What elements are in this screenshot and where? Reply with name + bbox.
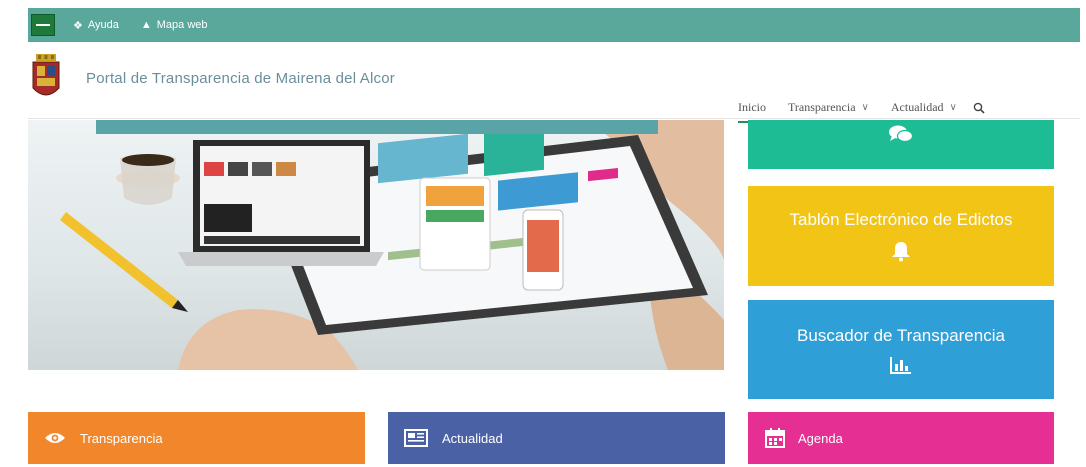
- edictos-tile[interactable]: Tablón Electrónico de Edictos: [748, 186, 1054, 286]
- sitemap-link[interactable]: ▲ Mapa web: [141, 19, 208, 31]
- actualidad-label: Actualidad: [442, 430, 503, 446]
- junta-logo[interactable]: [31, 14, 55, 36]
- site-title[interactable]: Portal de Transparencia de Mairena del A…: [86, 70, 395, 87]
- help-icon: ❖: [73, 19, 83, 32]
- edictos-title: Tablón Electrónico de Edictos: [789, 210, 1013, 229]
- hero-caption-bar: [96, 120, 658, 134]
- agenda-tile[interactable]: Agenda: [748, 412, 1054, 464]
- nav-item-actualidad[interactable]: Actualidad ∨: [891, 100, 957, 115]
- coat-of-arms-logo[interactable]: [30, 54, 62, 104]
- hero-illustration: [60, 120, 724, 370]
- help-link[interactable]: ❖ Ayuda: [73, 19, 119, 32]
- sitemap-icon: ▲: [140, 19, 152, 31]
- participation-tile[interactable]: [748, 120, 1054, 169]
- chevron-down-icon: ∨: [861, 102, 869, 113]
- hero-image: [28, 120, 724, 370]
- bar-chart-icon: [890, 356, 911, 374]
- newspaper-icon: [404, 429, 428, 447]
- nav-label: Inicio: [738, 100, 766, 114]
- nav-label: Actualidad: [890, 100, 944, 114]
- sitemap-label: Mapa web: [156, 19, 208, 31]
- help-label: Ayuda: [87, 19, 119, 31]
- actualidad-card[interactable]: Actualidad: [388, 412, 725, 464]
- search-icon[interactable]: [973, 102, 985, 114]
- eye-icon: [44, 431, 66, 445]
- comments-icon: [889, 125, 914, 143]
- top-utility-bar: ❖ Ayuda ▲ Mapa web: [28, 8, 1080, 42]
- buscador-title: Buscador de Transparencia: [797, 325, 1005, 345]
- bell-icon: [892, 242, 910, 262]
- agenda-label: Agenda: [798, 430, 843, 446]
- calendar-icon: [764, 427, 786, 449]
- nav-item-transparencia[interactable]: Transparencia ∨: [788, 100, 869, 115]
- header-divider: [28, 118, 1080, 119]
- nav-label: Transparencia: [788, 100, 856, 114]
- transparencia-label: Transparencia: [80, 430, 163, 446]
- buscador-tile[interactable]: Buscador de Transparencia: [748, 300, 1054, 399]
- transparencia-card[interactable]: Transparencia: [28, 412, 365, 464]
- chevron-down-icon: ∨: [949, 102, 957, 113]
